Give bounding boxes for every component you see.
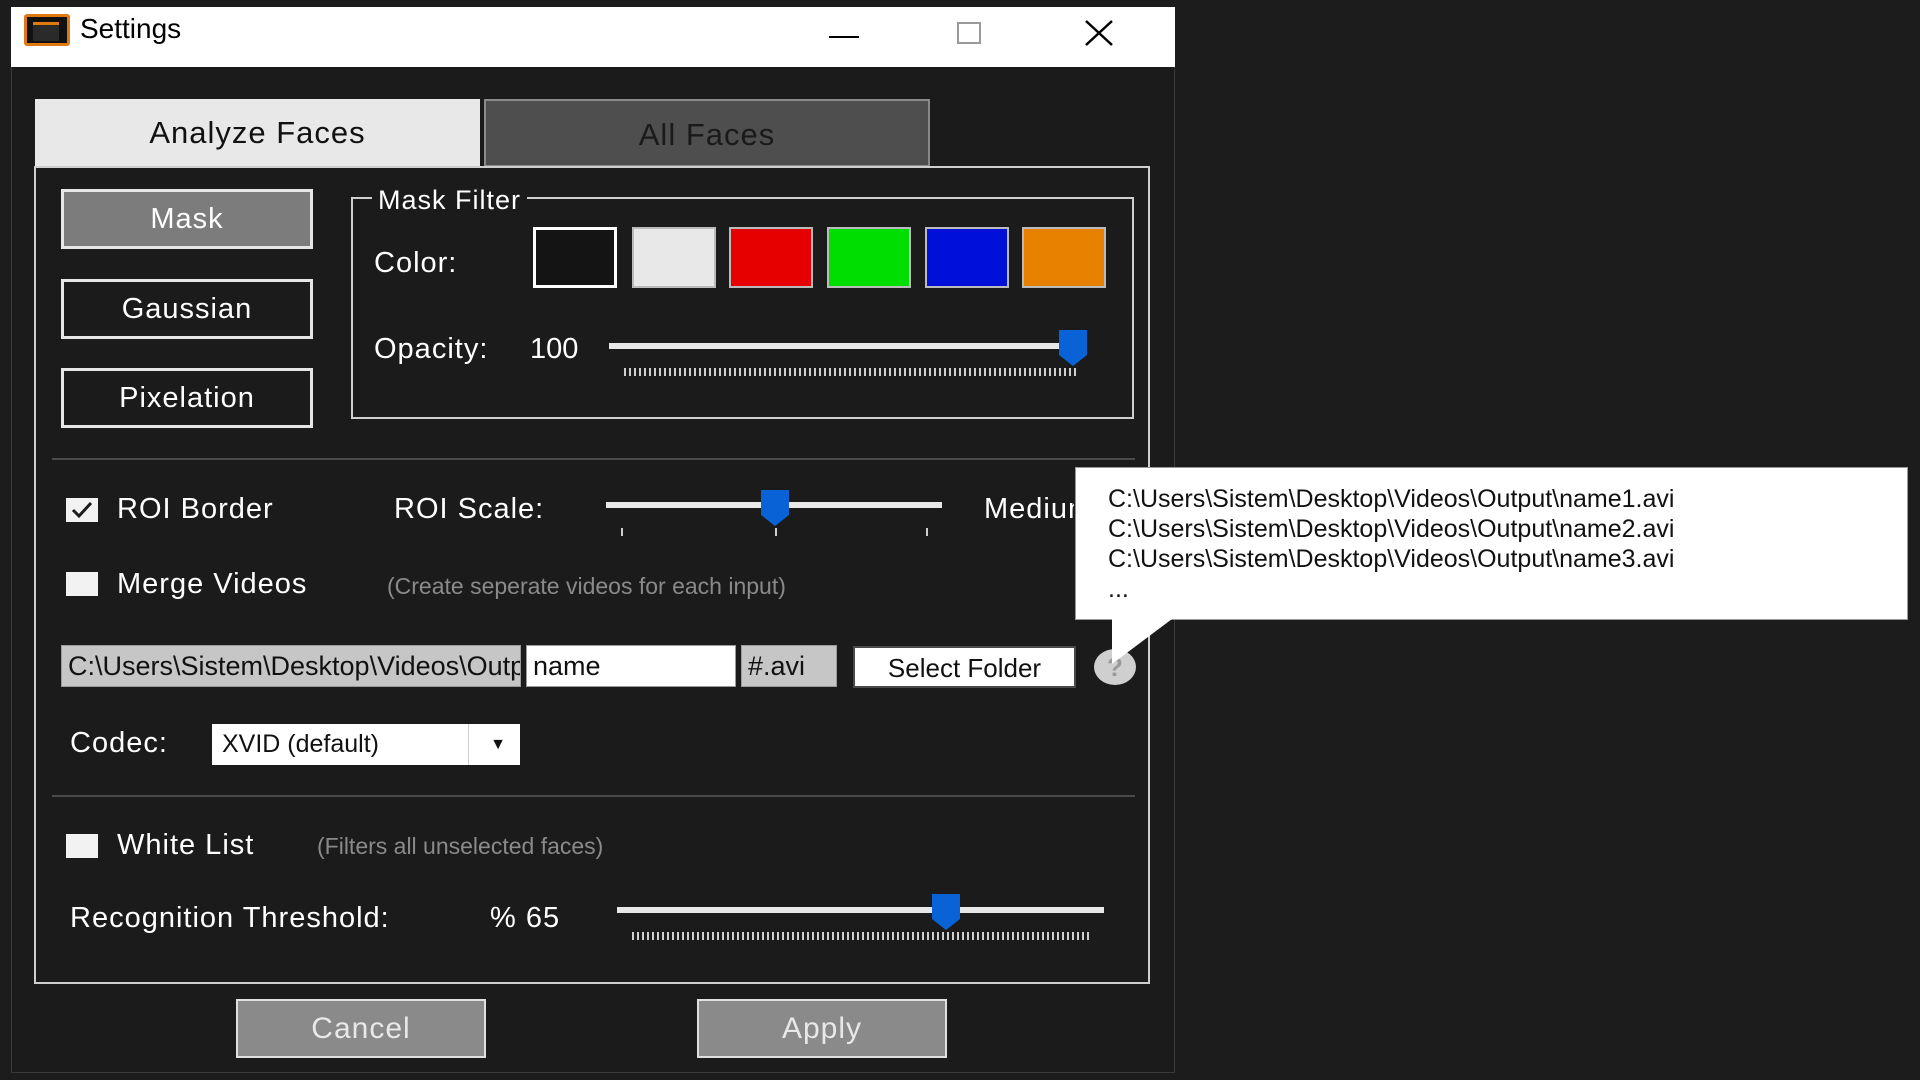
tooltip-pointer — [1112, 619, 1172, 664]
roi-scale-tick — [926, 528, 928, 536]
mask-filter-legend: Mask Filter — [372, 183, 528, 217]
recognition-threshold-slider-ticks — [632, 932, 1090, 940]
slider-thumb-icon — [932, 894, 960, 930]
roi-border-checkbox[interactable] — [66, 498, 98, 522]
merge-videos-checkbox[interactable] — [66, 572, 98, 596]
divider — [52, 795, 1135, 797]
tab-all-faces[interactable]: All Faces — [484, 99, 930, 167]
roi-scale-label: ROI Scale: — [394, 493, 545, 525]
merge-videos-label: Merge Videos — [117, 568, 308, 600]
opacity-value: 100 — [530, 333, 579, 365]
codec-label: Codec: — [70, 727, 168, 759]
codec-select[interactable]: XVID (default) — [212, 724, 520, 765]
gaussian-button[interactable]: Gaussian — [61, 279, 313, 339]
chevron-down-icon[interactable]: ▼ — [478, 724, 518, 765]
tooltip-line: C:\Users\Sistem\Desktop\Videos\Output\na… — [1108, 485, 1675, 513]
white-list-checkbox[interactable] — [66, 834, 98, 858]
opacity-slider-thumb[interactable] — [1058, 329, 1088, 367]
maximize-button[interactable] — [930, 7, 1010, 59]
white-list-label: White List — [117, 829, 255, 861]
color-swatch-red[interactable] — [729, 227, 813, 288]
app-icon — [24, 14, 70, 46]
opacity-slider-ticks — [624, 368, 1077, 376]
color-swatch-orange[interactable] — [1022, 227, 1106, 288]
output-name-input[interactable]: name — [526, 645, 736, 687]
roi-scale-value: Medium — [984, 493, 1074, 525]
tooltip-line: C:\Users\Sistem\Desktop\Videos\Output\na… — [1108, 515, 1675, 543]
opacity-slider-track[interactable] — [609, 343, 1082, 349]
window-title: Settings — [80, 13, 182, 44]
codec-select-separator — [468, 724, 469, 765]
roi-scale-tick — [775, 528, 777, 536]
apply-button[interactable]: Apply — [697, 999, 947, 1058]
roi-border-label: ROI Border — [117, 493, 274, 525]
close-button[interactable] — [1058, 7, 1138, 59]
opacity-label: Opacity: — [374, 333, 489, 365]
select-folder-button[interactable]: Select Folder — [853, 646, 1076, 688]
recognition-threshold-label: Recognition Threshold: — [70, 902, 390, 934]
output-extension-field: #.avi — [741, 645, 837, 687]
recognition-threshold-slider-track[interactable] — [617, 907, 1104, 913]
output-path-tooltip: C:\Users\Sistem\Desktop\Videos\Output\na… — [1075, 467, 1908, 620]
color-swatch-blue[interactable] — [925, 227, 1009, 288]
color-swatch-green[interactable] — [827, 227, 911, 288]
tooltip-line: C:\Users\Sistem\Desktop\Videos\Output\na… — [1108, 545, 1675, 573]
slider-thumb-icon — [1059, 330, 1087, 366]
divider — [52, 458, 1135, 460]
output-folder-field[interactable]: C:\Users\Sistem\Desktop\Videos\Output — [61, 645, 521, 687]
recognition-threshold-slider-thumb[interactable] — [931, 893, 961, 931]
merge-videos-hint: (Create seperate videos for each input) — [387, 573, 786, 599]
checkmark-icon — [71, 501, 93, 519]
cancel-button[interactable]: Cancel — [236, 999, 486, 1058]
slider-thumb-icon — [761, 490, 789, 526]
color-label: Color: — [374, 247, 458, 279]
tab-analyze-faces[interactable]: Analyze Faces — [35, 99, 480, 167]
tooltip-line: ... — [1108, 575, 1129, 603]
roi-scale-slider-thumb[interactable] — [760, 489, 790, 527]
color-swatch-white[interactable] — [632, 227, 716, 288]
recognition-threshold-value: % 65 — [490, 902, 561, 934]
white-list-hint: (Filters all unselected faces) — [317, 833, 604, 859]
mask-button[interactable]: Mask — [61, 189, 313, 249]
pixelation-button[interactable]: Pixelation — [61, 368, 313, 428]
roi-scale-tick — [621, 528, 623, 536]
minimize-button[interactable] — [804, 7, 884, 59]
color-swatch-black[interactable] — [533, 227, 617, 288]
close-icon — [1085, 20, 1113, 46]
